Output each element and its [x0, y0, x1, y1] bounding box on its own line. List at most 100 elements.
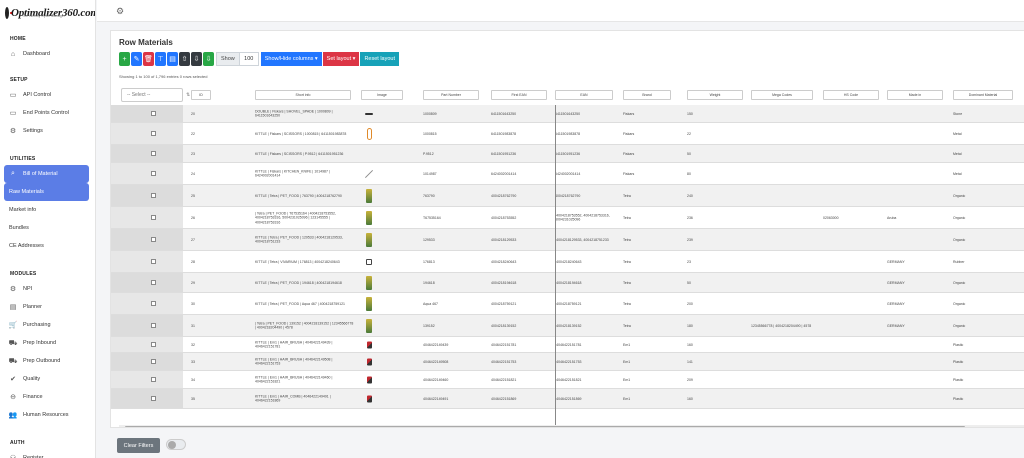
- table-row[interactable]: 24 KITTLE | Fiskars | KITCHEN_KNIFE | 101…: [111, 163, 1024, 185]
- column-header[interactable]: Part Number: [423, 90, 479, 100]
- logo[interactable]: Optimalizer360.com The Weekly Cycle Mana…: [0, 0, 95, 22]
- planner-icon: ▤: [9, 304, 17, 311]
- sidebar-item-dashboard[interactable]: ⌂ Dashboard: [0, 45, 95, 63]
- column-header[interactable]: Short info: [255, 90, 351, 100]
- copy-icon[interactable]: ▤: [167, 52, 178, 66]
- row-checkbox[interactable]: [151, 323, 156, 328]
- table-row[interactable]: 26 | Tetra | PET_FOOD | T67535164 | 40042…: [111, 207, 1024, 229]
- row-checkbox[interactable]: [151, 111, 156, 116]
- cell-part: P.9512: [423, 151, 434, 156]
- table-row[interactable]: 29 KITTLE | Tetra | PET_FOOD | 194618 | 4…: [111, 273, 1024, 293]
- cell-weight: 80: [687, 171, 691, 176]
- cell-ean: 6411501951236: [555, 151, 581, 156]
- upload-icon[interactable]: ⇧: [179, 52, 190, 66]
- edit-icon[interactable]: ✎: [131, 52, 142, 66]
- table-row[interactable]: 32 KITTLE | Em1 | HAIR_BRUSH | 4046422149…: [111, 337, 1024, 353]
- column-header[interactable]: Brand: [623, 90, 671, 100]
- npi-icon: ⚙: [9, 286, 17, 293]
- hierarchy-icon[interactable]: ⊤: [155, 52, 166, 66]
- column-header[interactable]: Mega Codes: [751, 90, 813, 100]
- row-checkbox[interactable]: [151, 359, 156, 364]
- row-checkbox[interactable]: [151, 301, 156, 306]
- clear-filters-button[interactable]: Clear Filters: [117, 438, 160, 453]
- table-row[interactable]: 28 KITTLE | Tetra | VIVARIUM | 176813 | 4…: [111, 251, 1024, 273]
- sidebar-item-market-info[interactable]: Market info: [0, 201, 95, 219]
- sidebar-item-npi[interactable]: ⚙ NPI: [0, 280, 95, 298]
- cell-first-ean: 6424002001414: [491, 171, 517, 176]
- sidebar-item-register[interactable]: ⚇Register: [0, 449, 95, 458]
- cell-id: 25: [191, 193, 195, 198]
- row-checkbox[interactable]: [151, 280, 156, 285]
- column-header[interactable]: Weight: [687, 90, 743, 100]
- table-row[interactable]: 31 | Tetra | PET_FOOD | 139152 | 40042181…: [111, 315, 1024, 337]
- row-checkbox[interactable]: [151, 259, 156, 264]
- sort-icon[interactable]: ⇅: [186, 92, 190, 98]
- filter-select[interactable]: -- Select --: [121, 88, 183, 102]
- product-image: [365, 210, 373, 225]
- sidebar-item-label: Purchasing: [23, 322, 51, 328]
- export-icon[interactable]: ⇩: [203, 52, 214, 66]
- table-row[interactable]: 35 KITTLE | Em1 | HAIR_COMB | 40464221494…: [111, 389, 1024, 409]
- set-layout-button[interactable]: Set layout ▾: [322, 52, 360, 66]
- sidebar-item-human-resources[interactable]: 👥 Human Resources: [0, 406, 95, 424]
- table-row[interactable]: 23 KITTLE | Fiskars | SCISSORS | P.9512 |…: [111, 145, 1024, 163]
- row-checkbox[interactable]: [151, 171, 156, 176]
- sidebar-item-api-control[interactable]: ▭ API Control: [0, 86, 95, 104]
- sidebar-item-purchasing[interactable]: 🛒 Purchasing: [0, 316, 95, 334]
- sidebar-item-prep-outbound[interactable]: ⛟ Prep Outbound: [0, 352, 95, 370]
- cell-part: 4046422149460: [423, 377, 449, 382]
- cell-part: 129533: [423, 237, 435, 242]
- page-title: Row Materials: [119, 38, 173, 47]
- table-row[interactable]: 34 KITTLE | Em1 | HAIR_BRUSH | 4046422149…: [111, 371, 1024, 389]
- cell-part: 4046422149508: [423, 359, 449, 364]
- row-checkbox[interactable]: [151, 215, 156, 220]
- delete-icon[interactable]: 🗑: [143, 52, 154, 66]
- sidebar-item-ce-addresses[interactable]: CE Addresses: [0, 237, 95, 255]
- row-checkbox[interactable]: [151, 342, 156, 347]
- add-icon[interactable]: +: [119, 52, 130, 66]
- row-checkbox[interactable]: [151, 151, 156, 156]
- filter-toggle[interactable]: [166, 439, 186, 450]
- sidebar-item-settings[interactable]: ⚙ Settings: [0, 122, 95, 140]
- sidebar-item-planner[interactable]: ▤ Planner: [0, 298, 95, 316]
- column-header[interactable]: HS Code: [823, 90, 879, 100]
- page-size-select[interactable]: 100: [239, 52, 259, 66]
- cell-part: 1000809: [423, 111, 437, 116]
- cell-ean: 6411501983878: [555, 131, 581, 136]
- table-row[interactable]: 27 KITTLE | Tetra | PET_FOOD | 129533 | 4…: [111, 229, 1024, 251]
- cell-weight: 209: [687, 377, 693, 382]
- cell-mat: Organic: [953, 280, 966, 285]
- row-checkbox[interactable]: [151, 131, 156, 136]
- column-header[interactable]: EAN: [555, 90, 613, 100]
- cell-mat: Organic: [953, 193, 966, 198]
- sidebar-item-label: Quality: [23, 376, 41, 382]
- column-header[interactable]: First EAN: [491, 90, 547, 100]
- sidebar-item-raw-materials[interactable]: Raw Materials: [4, 183, 89, 201]
- table-row[interactable]: 25 KITTLE | Tetra | PET_FOOD | 763790 | 4…: [111, 185, 1024, 207]
- sidebar-item-prep-inbound[interactable]: ⛟ Prep Inbound: [0, 334, 95, 352]
- reset-layout-button[interactable]: Reset layout: [360, 52, 400, 66]
- sidebar-item-bundles[interactable]: Bundles: [0, 219, 95, 237]
- scrollbar-thumb[interactable]: [125, 426, 965, 427]
- column-header[interactable]: ID: [191, 90, 211, 100]
- cell-short: KITTLE | Em1 | HAIR_BRUSH | 404642214946…: [255, 375, 333, 384]
- row-checkbox[interactable]: [151, 377, 156, 382]
- column-header[interactable]: Dominant Material: [953, 90, 1013, 100]
- table-row[interactable]: 22 KITTLE | Fiskars | SCISSORS | 1000815 …: [111, 123, 1024, 145]
- sidebar-item-finance[interactable]: ⊖ Finance: [0, 388, 95, 406]
- column-header[interactable]: Made in: [887, 90, 943, 100]
- table-row[interactable]: 20 DOUBLE | Fiskars | SHOVEL_SPADE | 1000…: [111, 105, 1024, 123]
- download-icon[interactable]: ⇩: [191, 52, 202, 66]
- column-header[interactable]: Image: [361, 90, 403, 100]
- show-hide-columns-button[interactable]: Show/Hide columns ▾: [260, 52, 322, 66]
- sidebar-item-end-points-control[interactable]: ▭ End Points Control: [0, 104, 95, 122]
- table-row[interactable]: 33 KITTLE | Em1 | HAIR_BRUSH | 4046422149…: [111, 353, 1024, 371]
- row-checkbox[interactable]: [151, 237, 156, 242]
- sidebar-item-bill-of-material[interactable]: ⌕ Bill of Material: [4, 165, 89, 183]
- horizontal-scrollbar[interactable]: [119, 425, 1024, 427]
- sidebar-item-quality[interactable]: ✔ Quality: [0, 370, 95, 388]
- table-row[interactable]: 30 KITTLE | Tetra | PET_FOOD | Aqua 467 |…: [111, 293, 1024, 315]
- row-checkbox[interactable]: [151, 193, 156, 198]
- row-checkbox[interactable]: [151, 396, 156, 401]
- settings-sparkle-icon[interactable]: ⚙: [116, 6, 124, 17]
